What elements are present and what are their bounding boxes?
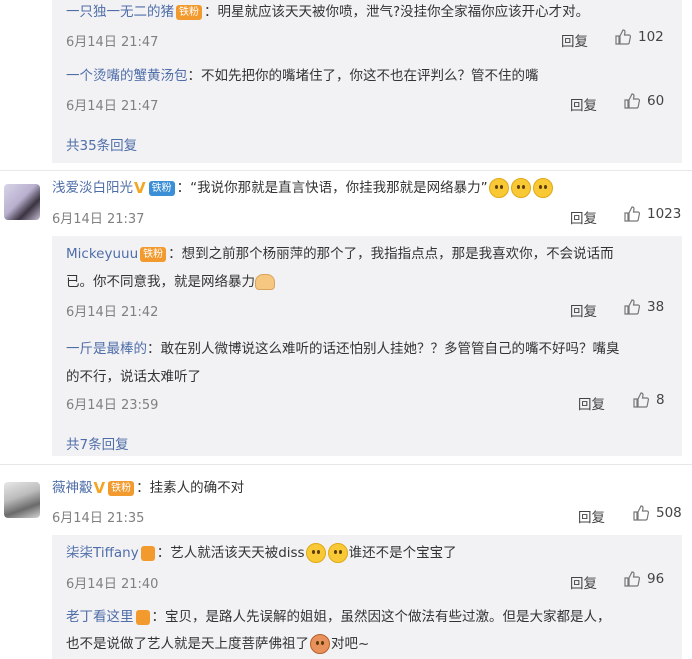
reply-author[interactable]: 一斤是最棒的 [66, 341, 147, 357]
thumbs-up-icon [623, 298, 641, 316]
avatar[interactable] [4, 184, 40, 220]
thumbs-up-icon [623, 205, 641, 223]
reply-text: 的不行，说话太难听了 [66, 369, 201, 385]
reply-button[interactable]: 回复 [570, 572, 597, 592]
reply-button[interactable]: 回复 [570, 300, 597, 320]
fan-badge: 铁粉 [140, 246, 167, 262]
reply-time: 6月14日 21:47 [66, 99, 159, 114]
fan-badge: 铁粉 [108, 480, 135, 496]
reply-time: 6月14日 21:40 [66, 577, 159, 592]
comment-author[interactable]: 浅爱淡白阳光 [52, 180, 133, 196]
like-button[interactable]: 60 [623, 92, 664, 110]
like-count: 8 [656, 392, 665, 408]
like-count: 508 [656, 505, 682, 521]
thumbs-up-icon [632, 504, 650, 522]
like-button[interactable]: 8 [632, 391, 665, 409]
emoji-icon [310, 634, 330, 654]
reply-author[interactable]: Mickeyuuu [66, 246, 138, 262]
reply-text: 对吧~ [331, 636, 370, 652]
reply-item: 一个烫嘴的蟹黄汤包：不如先把你的嘴堵住了，你这不也在评判么？管不住的嘴 [66, 66, 539, 86]
comment-author[interactable]: 薇神觳 [52, 480, 93, 496]
comment-text: ：挂素人的确不对 [136, 480, 245, 496]
reply-text-line2: 已。你不同意我，就是网络暴力 [66, 272, 275, 292]
like-count: 96 [647, 571, 665, 587]
reply-author[interactable]: 一个烫嘴的蟹黄汤包 [66, 68, 188, 84]
reply-item: 一斤是最棒的：敢在别人微博说这么难听的话还怕别人挂她？？多管管自己的嘴不好吗？嘴… [66, 339, 620, 359]
reply-text: ：宝贝，是路人先误解的姐姐，虽然因这个做法有些过激。但是大家都是人， [151, 609, 611, 625]
reply-author[interactable]: 老丁看这里 [66, 609, 134, 625]
divider [0, 170, 692, 171]
comment-header: 浅爱淡白阳光V 铁粉 ：“我说你那就是直言快语，你挂我那就是网络暴力” [52, 178, 554, 198]
reply-text: 谁还不是个宝宝了 [348, 545, 457, 561]
like-button[interactable]: 38 [623, 298, 664, 316]
reply-button[interactable]: 回复 [561, 30, 588, 50]
reply-text: ：明星就应该天天被你喷，泄气?没挂你全家福你应该开心才对。 [204, 4, 590, 20]
reply-item: Mickeyuuu 铁粉 ：想到之前那个杨丽萍的那个了，我指指点点，那是我喜欢你，不… [66, 244, 614, 264]
like-button[interactable]: 508 [632, 504, 682, 522]
reply-item: 柒柒Tiffany ：艺人就活该天天被diss 谁还不是个宝宝了 [66, 543, 457, 563]
reply-time: 6月14日 23:59 [66, 398, 159, 413]
reply-time: 6月14日 21:42 [66, 305, 159, 320]
comment-time: 6月14日 21:37 [52, 212, 145, 227]
reply-text: ：敢在别人微博说这么难听的话还怕别人挂她？？多管管自己的嘴不好吗？嘴臭 [147, 341, 620, 357]
thumbs-up-icon [623, 92, 641, 110]
laughing-emoji-icon [488, 178, 509, 198]
divider [0, 464, 692, 465]
reply-button[interactable]: 回复 [578, 393, 605, 413]
like-button[interactable]: 96 [623, 570, 664, 588]
reply-text-line2: 的不行，说话太难听了 [66, 367, 201, 387]
thumbs-up-icon [623, 570, 641, 588]
reply-text: ：艺人就活该天天被diss [156, 545, 305, 561]
laughing-emoji-icon [532, 178, 553, 198]
laughing-emoji-icon [510, 178, 531, 198]
like-count: 60 [647, 93, 665, 109]
like-button[interactable]: 102 [614, 28, 664, 46]
cat-emoji-icon [305, 543, 326, 563]
comment-header: 薇神觳V 铁粉 ：挂素人的确不对 [52, 478, 244, 498]
like-button[interactable]: 1023 [623, 205, 681, 223]
thumbs-up-icon [632, 391, 650, 409]
fan-badge [140, 545, 155, 561]
thumbs-up-icon [614, 28, 632, 46]
reply-button[interactable]: 回复 [578, 506, 605, 526]
fan-badge [135, 609, 150, 625]
like-count: 38 [647, 299, 665, 315]
cat-emoji-icon [327, 543, 348, 563]
reply-item: 一只独一无二的猪 铁粉 ：明星就应该天天被你喷，泄气?没挂你全家福你应该开心才对。 [66, 2, 589, 22]
more-replies-link[interactable]: 共7条回复 [66, 433, 129, 453]
reply-text: 已。你不同意我，就是网络暴力 [66, 274, 255, 290]
reply-text: ：想到之前那个杨丽萍的那个了，我指指点点，那是我喜欢你，不会说话而 [168, 246, 614, 262]
like-count: 102 [638, 29, 664, 45]
avatar[interactable] [4, 482, 40, 518]
reply-button[interactable]: 回复 [570, 94, 597, 114]
more-replies-link[interactable]: 共35条回复 [66, 134, 137, 154]
verified-v-icon: V [134, 179, 146, 197]
reply-item: 老丁看这里 ：宝贝，是路人先误解的姐姐，虽然因这个做法有些过激。但是大家都是人， [66, 607, 611, 627]
comment-time: 6月14日 21:35 [52, 511, 145, 526]
reply-text: 也不是说做了艺人就是天上度菩萨佛祖了 [66, 636, 309, 652]
iron-fan-badge: 铁粉 [148, 180, 175, 196]
fan-badge: 铁粉 [176, 4, 202, 20]
reply-button[interactable]: 回复 [570, 207, 597, 227]
reply-time: 6月14日 21:47 [66, 35, 159, 50]
reply-text: ：不如先把你的嘴堵住了，你这不也在评判么？管不住的嘴 [187, 68, 539, 84]
reply-text-line2: 也不是说做了艺人就是天上度菩萨佛祖了 对吧~ [66, 634, 369, 654]
verified-v-icon: V [93, 479, 106, 497]
hand-emoji-icon [255, 274, 275, 290]
like-count: 1023 [647, 206, 682, 222]
reply-author[interactable]: 一只独一无二的猪 [66, 4, 174, 20]
comment-text: ：“我说你那就是直言快语，你挂我那就是网络暴力” [176, 180, 488, 196]
reply-author[interactable]: 柒柒Tiffany [66, 545, 139, 561]
